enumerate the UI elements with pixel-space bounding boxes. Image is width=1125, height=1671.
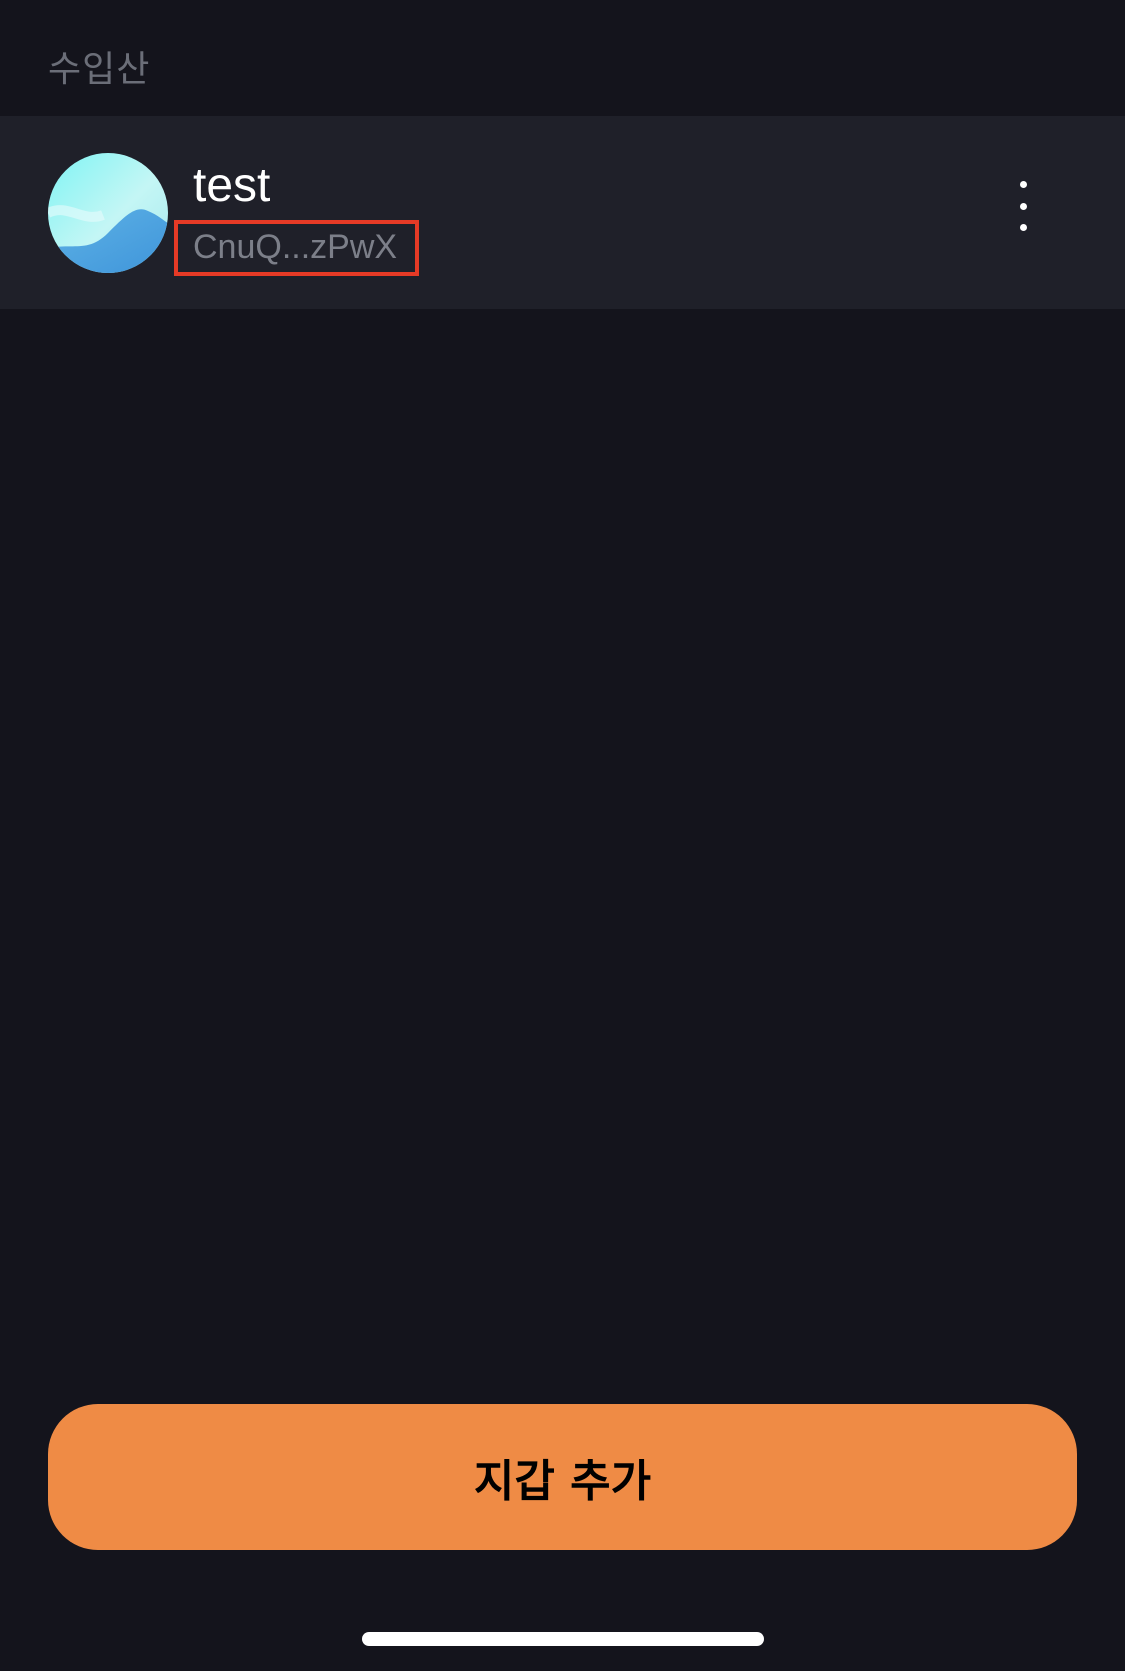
more-vertical-icon[interactable]: [1000, 181, 1046, 231]
wallet-list-item[interactable]: test CnuQ...zPwX: [0, 116, 1125, 309]
more-dot: [1019, 202, 1027, 210]
wallet-avatar: [48, 153, 168, 273]
more-dot: [1019, 224, 1027, 231]
more-dot: [1019, 181, 1027, 188]
add-wallet-button[interactable]: 지갑 추가: [48, 1404, 1077, 1550]
wallet-address[interactable]: CnuQ...zPwX: [174, 220, 419, 276]
wallet-list-screen: 수입산 test CnuQ...zPwX 지갑 추가: [0, 0, 1125, 1671]
home-indicator[interactable]: [362, 1632, 764, 1646]
section-label: 수입산: [48, 48, 151, 89]
wallet-name: test: [193, 159, 271, 212]
avatar-gradient-icon: [48, 153, 168, 273]
